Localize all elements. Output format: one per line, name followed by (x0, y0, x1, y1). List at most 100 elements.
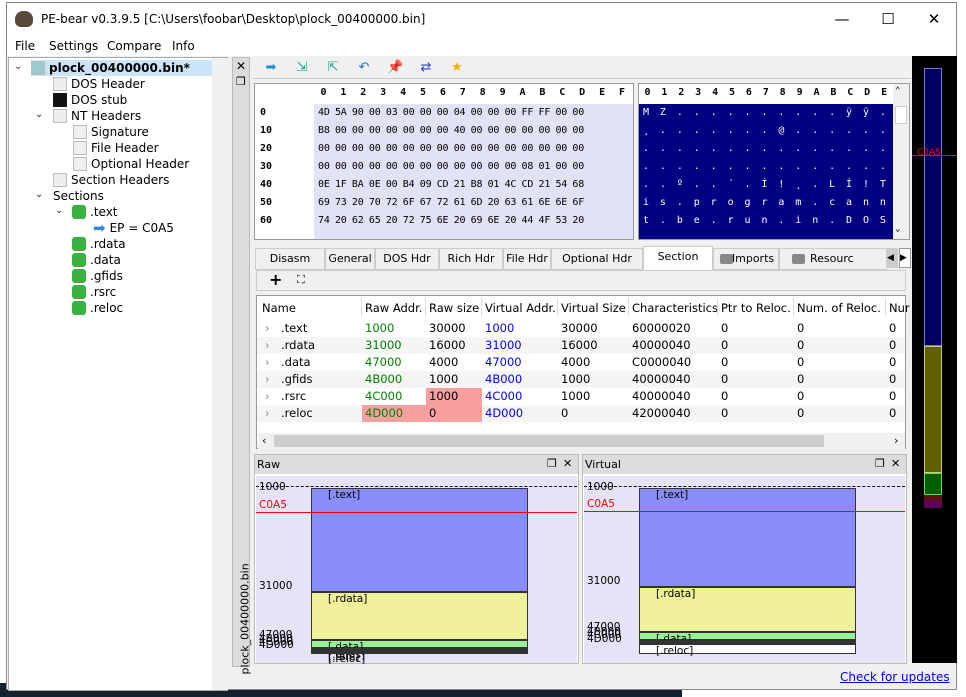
expand-chevron-icon[interactable]: › (265, 389, 270, 403)
expand-chevron-icon[interactable]: › (265, 321, 270, 335)
tab-imports[interactable]: Imports (713, 248, 779, 270)
chevron-down-icon[interactable]: ⌄ (55, 205, 63, 216)
expand-chevron-icon[interactable]: › (265, 355, 270, 369)
column-header[interactable]: Characteristics (632, 301, 718, 315)
table-row[interactable]: › .rsrc 4C000 1000 4C000 1000 40000040 0 0 0 (257, 388, 905, 405)
hex-row-bytes[interactable]: 0E 1F BA 0E 00 B4 09 CD 21 B8 01 4C CD 2… (318, 179, 584, 190)
tab-optional-hdr[interactable]: Optional Hdr (551, 248, 643, 270)
close-icon[interactable]: ✕ (563, 457, 572, 470)
chevron-down-icon[interactable]: ⌄ (35, 109, 43, 120)
hex-view[interactable]: 0 1 2 3 4 5 6 7 8 9 A B C D E F 0 4D 5A 90 00 03 00 00 0… (254, 83, 634, 240)
undo-icon[interactable]: ↶ (356, 60, 372, 76)
column-header[interactable]: Name (262, 301, 296, 315)
chevron-down-icon[interactable]: ⌄ (14, 61, 22, 72)
close-icon[interactable]: ✕ (236, 59, 246, 73)
table-row[interactable]: › .text 1000 30000 1000 30000 60000020 0 0 0 (257, 320, 905, 337)
tree-item-reloc[interactable]: .reloc (72, 300, 123, 316)
hex-row-bytes[interactable]: 69 73 20 70 72 6F 67 72 61 6D 20 63 61 6… (318, 197, 584, 208)
hex-row-bytes[interactable]: B8 00 00 00 00 00 00 00 40 00 00 00 00 0… (318, 125, 584, 136)
pin-icon[interactable]: 📌 (387, 60, 403, 76)
ascii-row[interactable]: ..º..´.Í!¸.LÍ!Th (643, 179, 909, 190)
chevron-down-icon[interactable]: ⌄ (35, 189, 43, 200)
column-header[interactable]: Raw size (429, 301, 479, 315)
close-button[interactable]: ✕ (911, 3, 957, 35)
scroll-up-icon[interactable]: ⌃ (895, 86, 900, 96)
ascii-row[interactable]: ................ (643, 161, 909, 172)
scroll-thumb[interactable] (895, 106, 907, 124)
export-icon[interactable]: ⇲ (294, 60, 310, 76)
ascii-row[interactable]: t.be.run.in.DOS. (643, 215, 909, 226)
hex-row-bytes[interactable]: 00 00 00 00 00 00 00 00 00 00 00 00 08 0… (318, 161, 584, 172)
tree-item-rdata[interactable]: .rdata (72, 236, 126, 252)
tab-resources[interactable]: Resourc (779, 248, 887, 270)
tree-item-dos-stub[interactable]: DOS stub (53, 92, 127, 108)
hex-row-bytes[interactable]: 74 20 62 65 20 72 75 6E 20 69 6E 20 44 4… (318, 215, 584, 226)
tab-dos-hdr[interactable]: DOS Hdr (375, 248, 439, 270)
float-window-icon[interactable]: ❐ (236, 75, 246, 88)
ascii-scrollbar[interactable]: ⌃ ⌄ (893, 84, 909, 239)
menu-compare[interactable]: Compare (107, 39, 161, 53)
tab-scroll-right-icon[interactable]: ▶ (899, 248, 911, 268)
menu-info[interactable]: Info (172, 39, 195, 53)
minimize-button[interactable]: — (819, 3, 865, 35)
tab-rich-hdr[interactable]: Rich Hdr (439, 248, 503, 270)
tab-section-hdrs[interactable]: Section Hdrs (643, 246, 713, 283)
float-window-icon[interactable]: ❐ (875, 457, 885, 470)
fit-columns-icon[interactable]: ⛶ (297, 273, 305, 287)
tree-item-text[interactable]: .text (72, 204, 118, 220)
expand-chevron-icon[interactable]: › (265, 372, 270, 386)
check-for-updates-link[interactable]: Check for updates (840, 670, 950, 684)
section-block-text[interactable] (311, 488, 528, 592)
tree-item-signature[interactable]: Signature (73, 124, 149, 140)
tree-item-dos-header[interactable]: DOS Header (53, 76, 145, 92)
compare-icon[interactable]: ⇄ (418, 60, 434, 76)
tree-item-gfids[interactable]: .gfids (72, 268, 123, 284)
tree-item-ep[interactable]: ➡ EP = C0A5 (93, 219, 174, 237)
float-window-icon[interactable]: ❐ (547, 457, 557, 470)
ascii-row[interactable]: ¸.......@....... (643, 125, 909, 136)
add-section-icon[interactable]: + (269, 270, 282, 289)
tree-item-file-header[interactable]: File Header (73, 140, 159, 156)
table-row[interactable]: › .gfids 4B000 1000 4B000 1000 40000040 0 0 0 (257, 371, 905, 388)
table-row[interactable]: › .reloc 4D000 0 4D000 0 42000040 0 0 0 (257, 405, 905, 422)
ascii-row[interactable]: ................ (643, 143, 909, 154)
import-icon[interactable]: ⇱ (325, 60, 341, 76)
tree-item-rsrc[interactable]: .rsrc (72, 284, 116, 300)
goto-arrow-icon[interactable]: ➡ (263, 60, 279, 76)
scroll-thumb[interactable] (274, 435, 824, 447)
tab-scroll-left-icon[interactable]: ◀ (887, 248, 898, 268)
menu-settings[interactable]: Settings (49, 39, 98, 53)
table-row[interactable]: › .rdata 31000 16000 31000 16000 40000040 0 0 0 (257, 337, 905, 354)
favorite-star-icon[interactable]: ★ (449, 60, 465, 76)
file-map-sidebar[interactable]: C0A5 (912, 56, 957, 663)
column-header[interactable]: Raw Addr. (365, 301, 422, 315)
section-block-text[interactable] (639, 488, 856, 587)
tree-item-file[interactable]: plock_00400000.bin* (31, 60, 216, 76)
ascii-view[interactable]: 0123456789ABCDEF MZ..........ÿÿ..¸......… (638, 83, 910, 240)
tab-file-hdr[interactable]: File Hdr (503, 248, 551, 270)
column-header[interactable]: Virtual Addr. (485, 301, 556, 315)
hex-row-bytes[interactable]: 4D 5A 90 00 03 00 00 00 04 00 00 00 FF F… (318, 107, 584, 118)
horizontal-scrollbar[interactable]: ‹ › (258, 433, 905, 449)
column-header[interactable]: Num. of Reloc. (797, 301, 881, 315)
column-header[interactable]: Ptr to Reloc. (721, 301, 791, 315)
ascii-row[interactable]: is.program.canno (643, 197, 909, 208)
tree-item-optional-header[interactable]: Optional Header (73, 156, 189, 172)
maximize-button[interactable]: ☐ (865, 3, 911, 35)
ascii-row[interactable]: MZ..........ÿÿ.. (643, 107, 909, 118)
column-header[interactable]: Nur (889, 301, 910, 315)
tree-item-nt-headers[interactable]: NT Headers (53, 108, 141, 124)
scroll-right-icon[interactable]: › (894, 434, 898, 447)
table-row[interactable]: › .data 47000 4000 47000 4000 C0000040 0 0 0 (257, 354, 905, 371)
menu-file[interactable]: File (15, 39, 35, 53)
scroll-left-icon[interactable]: ‹ (262, 434, 266, 447)
hex-row-bytes[interactable]: 00 00 00 00 00 00 00 00 00 00 00 00 00 0… (318, 143, 584, 154)
tree-item-sections[interactable]: Sections (53, 188, 104, 204)
tree-item-data[interactable]: .data (72, 252, 121, 268)
tree-item-section-headers[interactable]: Section Headers (53, 172, 169, 188)
column-header[interactable]: Virtual Size (561, 301, 626, 315)
tree-scrollbar[interactable] (212, 58, 228, 690)
tab-general[interactable]: General (325, 248, 375, 270)
scroll-down-icon[interactable]: ⌄ (895, 224, 900, 234)
tab-disasm[interactable]: Disasm (255, 248, 325, 270)
